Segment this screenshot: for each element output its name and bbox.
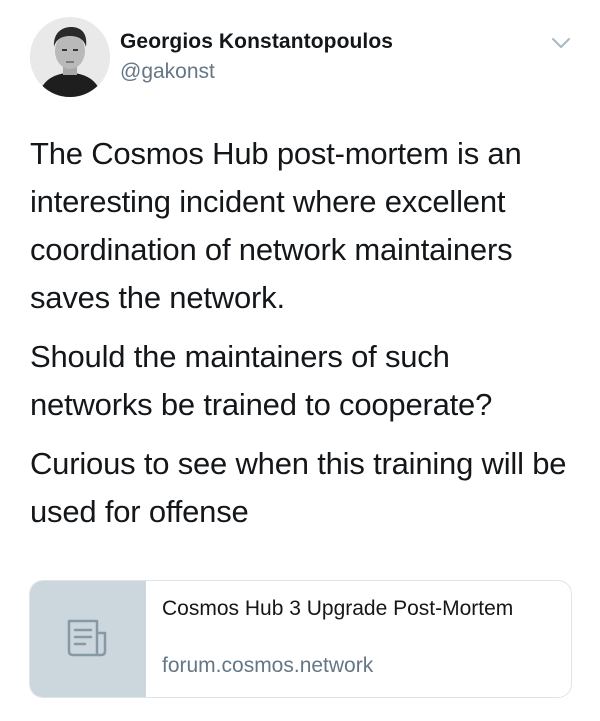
tweet-paragraph: The Cosmos Hub post-mortem is an interes…	[30, 136, 522, 315]
author-handle[interactable]: @gakonst	[120, 60, 215, 84]
tweet-header: Georgios Konstantopoulos @gakonst	[30, 17, 580, 99]
profile-photo-icon	[30, 17, 110, 97]
link-card-title: Cosmos Hub 3 Upgrade Post-Mortem	[162, 597, 514, 620]
author-name[interactable]: Georgios Konstantopoulos	[120, 30, 393, 54]
link-card[interactable]: Cosmos Hub 3 Upgrade Post-Mortem forum.c…	[29, 580, 572, 698]
avatar[interactable]	[30, 17, 110, 97]
link-card-thumbnail	[30, 581, 146, 697]
tweet-text: The Cosmos Hub post-mortem is an interes…	[30, 130, 570, 547]
chevron-down-icon[interactable]	[550, 36, 572, 50]
link-card-domain: forum.cosmos.network	[162, 654, 374, 677]
tweet-paragraph: Curious to see when this training will b…	[30, 446, 567, 529]
tweet: Georgios Konstantopoulos @gakonst The Co…	[0, 0, 600, 721]
document-icon	[67, 619, 107, 657]
tweet-paragraph: Should the maintainers of such networks …	[30, 339, 493, 422]
